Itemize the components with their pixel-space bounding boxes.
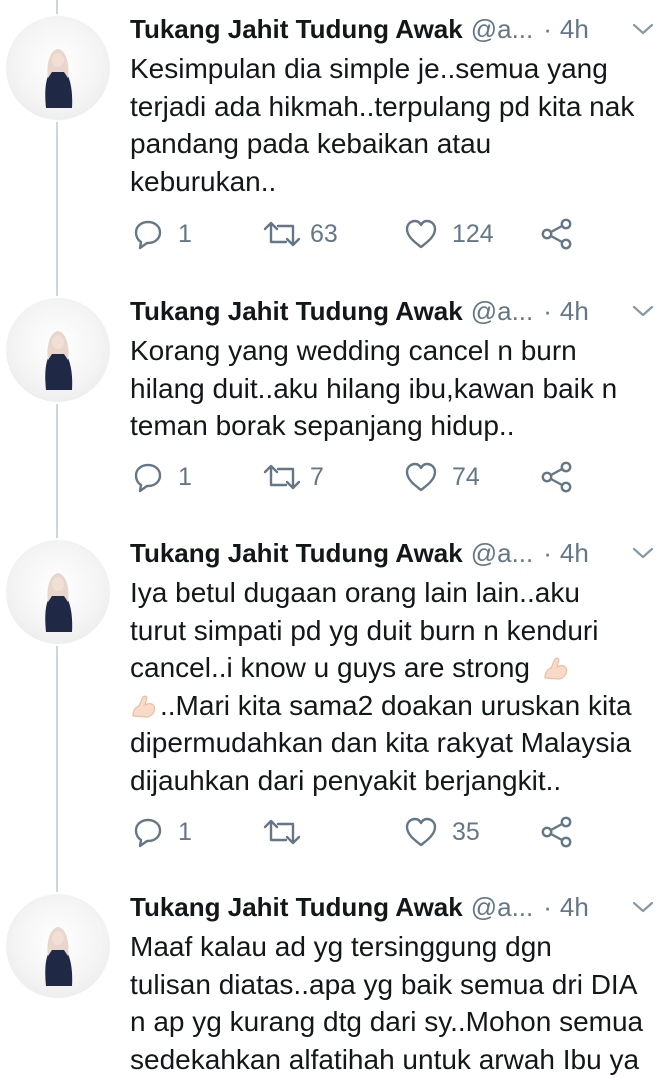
text-line-with-emoji: cancel..i know u guys are strong	[130, 649, 655, 687]
username[interactable]: @a...	[471, 14, 534, 45]
share-icon	[540, 218, 574, 250]
text-line: keburukan..	[130, 165, 277, 197]
retweet-button[interactable]: 63	[262, 214, 338, 254]
action-bar: 1 35	[130, 812, 590, 852]
username[interactable]: @a...	[471, 538, 534, 569]
reply-button[interactable]: 1	[132, 214, 192, 254]
tweet-header: Tukang Jahit Tudung Awak @a... · 4h	[130, 9, 655, 49]
like-button[interactable]: 35	[404, 812, 480, 852]
timestamp[interactable]: 4h	[560, 14, 589, 45]
tweet-header: Tukang Jahit Tudung Awak @a... · 4h	[130, 887, 655, 927]
tweet[interactable]: Tukang Jahit Tudung Awak @a... · 4h Maaf…	[0, 878, 661, 1080]
text-line: Maaf kalau ad yg tersinggung dgn	[130, 931, 552, 962]
text-segment: cancel..i know u guys are strong	[130, 652, 530, 683]
flexed-biceps-emoji	[130, 692, 158, 720]
reply-button[interactable]: 1	[132, 457, 192, 497]
reply-count: 1	[178, 817, 192, 846]
share-button[interactable]	[540, 457, 574, 497]
text-line: Kesimpulan dia simple je..semua yang	[130, 53, 608, 84]
reply-icon	[132, 816, 164, 848]
heart-icon	[404, 816, 438, 848]
like-count: 124	[452, 219, 494, 248]
display-name[interactable]: Tukang Jahit Tudung Awak	[130, 538, 463, 569]
separator-dot: ·	[543, 891, 552, 922]
text-line-with-emoji: ..Mari kita sama2 doakan uruskan kita	[130, 687, 655, 725]
text-line: sedekahkan alfatihah untuk arwah Ibu ya	[130, 1043, 640, 1075]
display-name[interactable]: Tukang Jahit Tudung Awak	[130, 892, 463, 923]
retweet-count: 7	[310, 462, 324, 491]
heart-icon	[404, 461, 438, 493]
display-name[interactable]: Tukang Jahit Tudung Awak	[130, 296, 463, 327]
retweet-button[interactable]: 7	[262, 457, 324, 497]
like-button[interactable]: 124	[404, 214, 494, 254]
text-line: pandang pada kebaikan atau	[130, 128, 492, 159]
reply-count: 1	[178, 462, 192, 491]
text-line: terjadi ada hikmah..terpulang pd kita na…	[130, 90, 635, 122]
retweet-icon	[262, 816, 302, 848]
like-count: 35	[452, 817, 480, 846]
flexed-biceps-emoji	[542, 654, 570, 682]
tweet-text: Kesimpulan dia simple je..semua yang ter…	[130, 50, 655, 200]
text-line: turut simpati pd yg duit burn n kenduri	[130, 614, 599, 646]
separator-dot: ·	[543, 13, 552, 44]
retweet-button[interactable]	[262, 812, 310, 852]
tweet-header: Tukang Jahit Tudung Awak @a... · 4h	[130, 533, 655, 573]
username[interactable]: @a...	[471, 892, 534, 923]
share-icon	[540, 461, 574, 493]
retweet-icon	[262, 218, 302, 250]
text-line: Korang yang wedding cancel n burn	[130, 335, 577, 366]
timestamp[interactable]: 4h	[560, 296, 589, 327]
tweet[interactable]: Tukang Jahit Tudung Awak @a... · 4h Kora…	[0, 282, 661, 522]
chevron-down-icon[interactable]	[631, 895, 655, 926]
text-line: n ap yg kurang dtg dari sy..Mohon semua	[130, 1006, 644, 1037]
like-count: 74	[452, 462, 480, 491]
tweet-text: Maaf kalau ad yg tersinggung dgn tulisan…	[130, 928, 655, 1078]
text-line: dijauhkan dari penyakit berjangkit..	[130, 764, 562, 796]
retweet-icon	[262, 461, 302, 493]
tweet-text: Iya betul dugaan orang lain lain..aku tu…	[130, 574, 655, 799]
separator-dot: ·	[543, 537, 552, 568]
text-line: tulisan diatas..apa yg baik semua dri DI…	[130, 968, 638, 1000]
reply-button[interactable]: 1	[132, 812, 192, 852]
heart-icon	[404, 218, 438, 250]
display-name[interactable]: Tukang Jahit Tudung Awak	[130, 14, 463, 45]
action-bar: 1 63 124	[130, 214, 590, 254]
tweet-header: Tukang Jahit Tudung Awak @a... · 4h	[130, 291, 655, 331]
avatar[interactable]	[6, 894, 110, 998]
text-line: hilang duit..aku hilang ibu,kawan baik n	[130, 372, 618, 404]
avatar[interactable]	[6, 540, 110, 644]
reply-count: 1	[178, 219, 192, 248]
text-segment: ..Mari kita sama2 doakan uruskan kita	[160, 689, 632, 721]
reply-icon	[132, 218, 164, 250]
avatar[interactable]	[6, 16, 110, 120]
timestamp[interactable]: 4h	[560, 892, 589, 923]
username[interactable]: @a...	[471, 296, 534, 327]
chevron-down-icon[interactable]	[631, 299, 655, 330]
like-button[interactable]: 74	[404, 457, 480, 497]
separator-dot: ·	[543, 295, 552, 326]
tweet-text: Korang yang wedding cancel n burn hilang…	[130, 332, 655, 445]
chevron-down-icon[interactable]	[631, 17, 655, 48]
action-bar: 1 7 74	[130, 457, 590, 497]
chevron-down-icon[interactable]	[631, 541, 655, 572]
text-line: Iya betul dugaan orang lain lain..aku	[130, 577, 580, 608]
tweet[interactable]: Tukang Jahit Tudung Awak @a... · 4h Iya …	[0, 524, 661, 876]
tweet[interactable]: Tukang Jahit Tudung Awak @a... · 4h Kesi…	[0, 0, 661, 280]
share-button[interactable]	[540, 214, 574, 254]
share-button[interactable]	[540, 812, 574, 852]
reply-icon	[132, 461, 164, 493]
share-icon	[540, 816, 574, 848]
text-line: dipermudahkan dan kita rakyat Malaysia	[130, 727, 632, 758]
avatar[interactable]	[6, 298, 110, 402]
timestamp[interactable]: 4h	[560, 538, 589, 569]
text-line: teman borak sepanjang hidup..	[130, 410, 515, 441]
retweet-count: 63	[310, 219, 338, 248]
